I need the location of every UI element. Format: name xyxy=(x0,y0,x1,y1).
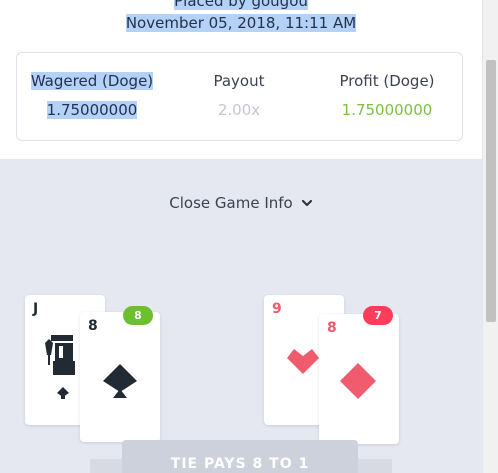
payout-stat: Payout 2.00x xyxy=(189,71,289,120)
wagered-label: Wagered (Doge) xyxy=(30,72,154,90)
payout-label: Payout xyxy=(213,72,265,90)
placed-by-text: Placed by gougou xyxy=(0,0,482,10)
heart-icon xyxy=(287,349,319,374)
banker-card-2: 8 xyxy=(319,314,399,444)
scrollbar-thumb[interactable] xyxy=(486,60,496,322)
tie-pays-banner: TIE PAYS 8 TO 1 xyxy=(122,440,358,473)
tie-banner-wing-right xyxy=(352,459,392,473)
vertical-scrollbar[interactable] xyxy=(482,0,498,473)
card-rank: J xyxy=(33,301,39,317)
player-total-badge: 8 xyxy=(123,306,153,325)
chevron-down-icon xyxy=(301,199,312,207)
banker-total-badge: 7 xyxy=(363,306,393,325)
card-rank: 9 xyxy=(272,301,282,317)
wagered-value: 1.75000000 xyxy=(46,101,138,119)
diamond-icon xyxy=(340,363,376,399)
bet-date: November 05, 2018, 11:11 AM xyxy=(125,14,357,32)
card-rank: 8 xyxy=(327,320,337,336)
profit-value: 1.75000000 xyxy=(341,101,433,119)
game-area: Close Game Info J 8 8 9 8 7 TIE PAYS 8 T… xyxy=(0,159,482,473)
profit-label: Profit (Doge) xyxy=(339,72,435,90)
spade-icon xyxy=(103,364,137,398)
player-card-2: 8 xyxy=(80,312,160,442)
close-game-info-label: Close Game Info xyxy=(169,194,293,212)
jack-face-icon xyxy=(45,335,75,399)
payout-value: 2.00x xyxy=(217,101,261,119)
bet-stats-card: Wagered (Doge) 1.75000000 Payout 2.00x P… xyxy=(16,52,463,141)
profit-stat: Profit (Doge) 1.75000000 xyxy=(322,71,452,120)
bet-details-panel: Placed by gougou November 05, 2018, 11:1… xyxy=(0,0,482,473)
close-game-info-button[interactable]: Close Game Info xyxy=(0,194,482,212)
wagered-stat: Wagered (Doge) 1.75000000 xyxy=(28,71,156,120)
card-rank: 8 xyxy=(88,318,98,334)
